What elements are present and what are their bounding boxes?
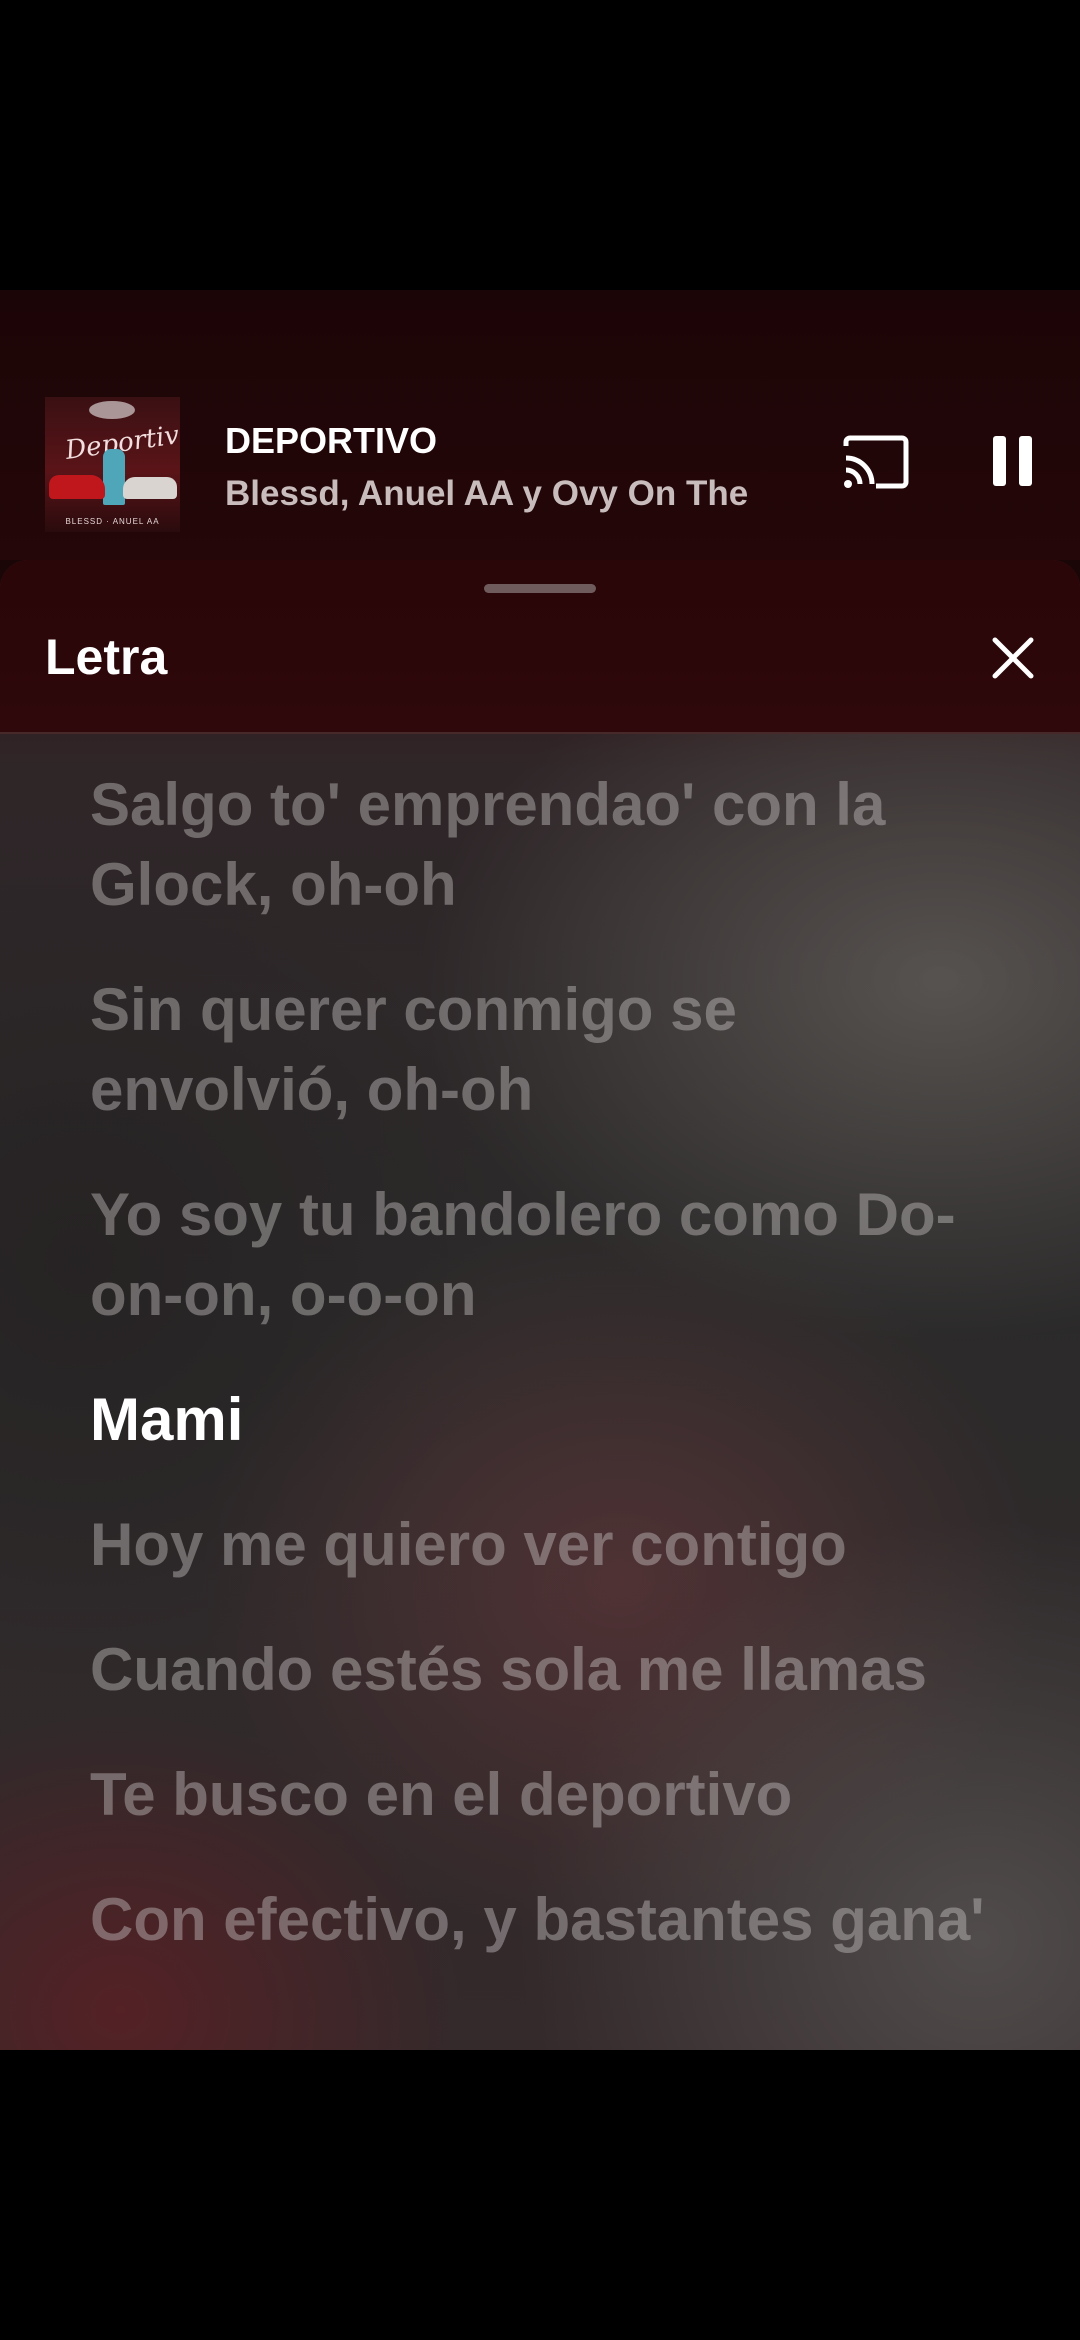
screen: Deportivo BLESSD · ANUEL AA DEPORTIVO Bl… xyxy=(0,0,1080,2340)
status-bar-area xyxy=(0,0,1080,290)
lyric-line[interactable]: Hoy me quiero ver contigo xyxy=(90,1505,1010,1585)
cast-icon xyxy=(843,435,909,489)
album-art-figures xyxy=(103,449,125,505)
lyrics-title: Letra xyxy=(45,629,168,685)
lyric-line[interactable]: Sin querer conmigo se envolvió, oh-oh xyxy=(90,970,1010,1130)
pause-button[interactable] xyxy=(985,430,1041,492)
player-area: Deportivo BLESSD · ANUEL AA DEPORTIVO Bl… xyxy=(0,290,1080,2050)
album-art-white-car xyxy=(123,477,177,499)
pause-icon xyxy=(993,436,1032,486)
album-art-red-car xyxy=(49,475,105,499)
lyric-line-active[interactable]: Mami xyxy=(90,1380,1010,1460)
song-artists[interactable]: Blessd, Anuel AA y Ovy On The xyxy=(225,474,780,514)
lyric-line[interactable]: Salgo to' emprendao' con la Glock, oh-oh xyxy=(90,765,1010,925)
close-icon xyxy=(992,637,1034,679)
lyric-line[interactable]: Te busco en el deportivo xyxy=(90,1755,1010,1835)
drag-handle[interactable] xyxy=(484,584,596,593)
lyrics-header: Letra xyxy=(0,560,1080,734)
lyrics-sheet: Letra Salgo to' emprendao' con la Glock,… xyxy=(0,560,1080,2050)
album-art-logo xyxy=(89,401,135,419)
cast-button[interactable] xyxy=(840,432,912,492)
lyric-line[interactable]: Cuando estés sola me llamas xyxy=(90,1630,1010,1710)
lyric-line[interactable]: Yo soy tu bandolero como Do-on-on, o-o-o… xyxy=(90,1175,1010,1335)
lyric-line[interactable]: Con efectivo, y bastantes gana' xyxy=(90,1880,1010,1960)
album-art-footer: BLESSD · ANUEL AA xyxy=(65,517,160,526)
song-title[interactable]: DEPORTIVO xyxy=(225,420,437,462)
lyrics-list: Salgo to' emprendao' con la Glock, oh-oh… xyxy=(90,765,1010,2005)
close-button[interactable] xyxy=(985,630,1041,686)
album-art[interactable]: Deportivo BLESSD · ANUEL AA xyxy=(45,397,180,532)
navigation-bar-area xyxy=(0,2050,1080,2340)
mini-player[interactable]: Deportivo BLESSD · ANUEL AA DEPORTIVO Bl… xyxy=(0,290,1080,560)
